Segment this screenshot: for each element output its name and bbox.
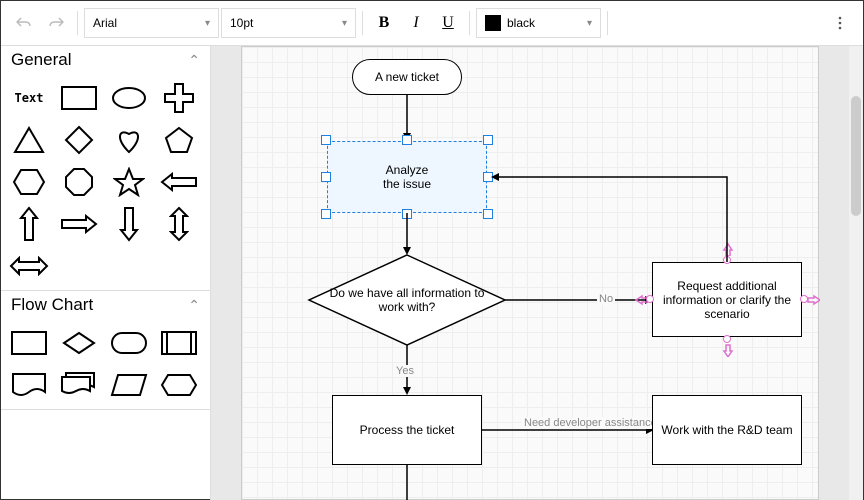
canvas[interactable]: A new ticket Analyze the issue [241, 46, 819, 500]
bold-button[interactable]: B [369, 8, 399, 38]
canvas-gutter [211, 46, 241, 500]
shape-arrow-right[interactable] [55, 204, 103, 244]
node-process[interactable]: Process the ticket [332, 395, 482, 465]
section-title: General [11, 50, 71, 70]
connect-point-icon [800, 295, 808, 303]
shape-preparation[interactable] [155, 365, 203, 405]
vertical-scrollbar[interactable] [849, 46, 863, 500]
node-rnd[interactable]: Work with the R&D team [652, 395, 802, 465]
section-title: Flow Chart [11, 295, 93, 315]
canvas-gutter [819, 46, 849, 500]
shape-arrow-down[interactable] [105, 204, 153, 244]
selection-handle[interactable] [321, 209, 331, 219]
node-label: Request additional information or clarif… [657, 279, 797, 321]
connect-point-icon [723, 335, 731, 343]
edge [402, 465, 414, 500]
shape-heart[interactable] [105, 120, 153, 160]
edge-label-yes: Yes [394, 365, 416, 377]
selection-handle[interactable] [321, 172, 331, 182]
shapes-sidebar: General ⌃ Text Flow Chart ⌃ [1, 46, 211, 500]
undo-button[interactable] [9, 8, 39, 38]
size-value: 10pt [230, 16, 253, 30]
shape-terminator[interactable] [105, 323, 153, 363]
shape-arrow-leftright[interactable] [5, 246, 53, 286]
shape-triangle[interactable] [5, 120, 53, 160]
general-shapes: Text [1, 74, 210, 291]
selection-handle[interactable] [402, 135, 412, 145]
color-value: black [507, 16, 535, 30]
edge-label-dev: Need developer assistance? [522, 417, 665, 429]
selection-handle[interactable] [483, 135, 493, 145]
shape-diamond[interactable] [55, 120, 103, 160]
shape-hexagon[interactable] [5, 162, 53, 202]
connect-point-icon [723, 256, 731, 264]
redo-button[interactable] [41, 8, 71, 38]
shape-predefined[interactable] [155, 323, 203, 363]
edge [487, 172, 732, 267]
section-flowchart[interactable]: Flow Chart ⌃ [1, 291, 210, 319]
shape-decision[interactable] [55, 323, 103, 363]
shape-arrow-left[interactable] [155, 162, 203, 202]
shape-pentagon[interactable] [155, 120, 203, 160]
node-start[interactable]: A new ticket [352, 59, 462, 95]
edge [402, 213, 414, 257]
node-label: A new ticket [375, 70, 439, 84]
connect-handle-icon [806, 293, 820, 307]
font-value: Arial [93, 16, 117, 30]
selection-handle[interactable] [483, 209, 493, 219]
node-analyze[interactable]: Analyze the issue [327, 141, 487, 213]
connect-handle-icon [721, 242, 735, 256]
color-swatch [485, 15, 501, 31]
font-select[interactable]: Arial ▾ [84, 8, 219, 38]
shape-data[interactable] [105, 365, 153, 405]
shape-multidoc[interactable] [55, 365, 103, 405]
node-label: Work with the R&D team [661, 423, 792, 437]
edge [505, 295, 655, 307]
connect-handle-icon [721, 343, 735, 357]
node-label: Process the ticket [360, 423, 455, 437]
underline-button[interactable]: U [433, 8, 463, 38]
chevron-down-icon: ▾ [587, 18, 592, 29]
selection-handle[interactable] [402, 209, 412, 219]
shape-ellipse[interactable] [105, 78, 153, 118]
color-select[interactable]: black ▾ [476, 8, 601, 38]
section-general[interactable]: General ⌃ [1, 46, 210, 74]
italic-button[interactable]: I [401, 8, 431, 38]
shape-document[interactable] [5, 365, 53, 405]
chevron-up-icon: ⌃ [188, 52, 200, 69]
flowchart-shapes [1, 319, 210, 410]
edge-label-no: No [597, 293, 615, 305]
chevron-up-icon: ⌃ [188, 297, 200, 314]
selection-handle[interactable] [483, 172, 493, 182]
chevron-down-icon: ▾ [205, 18, 210, 29]
node-decision[interactable]: Do we have all information to work with? [307, 253, 507, 347]
node-label: Do we have all information to work with? [327, 286, 487, 314]
toolbar: Arial ▾ 10pt ▾ B I U black ▾ [1, 1, 863, 46]
size-select[interactable]: 10pt ▾ [221, 8, 356, 38]
shape-process[interactable] [5, 323, 53, 363]
shape-text[interactable]: Text [5, 78, 53, 118]
chevron-down-icon: ▾ [342, 18, 347, 29]
scrollbar-thumb[interactable] [851, 96, 861, 216]
shape-star[interactable] [105, 162, 153, 202]
node-label: Analyze the issue [383, 163, 431, 191]
connect-point-icon [646, 295, 654, 303]
selection-handle[interactable] [321, 135, 331, 145]
shape-arrow-updown[interactable] [155, 204, 203, 244]
canvas-area: A new ticket Analyze the issue [211, 46, 863, 500]
shape-octagon[interactable] [55, 162, 103, 202]
shape-cross[interactable] [155, 78, 203, 118]
shape-rectangle[interactable] [55, 78, 103, 118]
shape-arrow-up[interactable] [5, 204, 53, 244]
node-request[interactable]: Request additional information or clarif… [652, 262, 802, 337]
overflow-menu-button[interactable] [825, 8, 855, 38]
